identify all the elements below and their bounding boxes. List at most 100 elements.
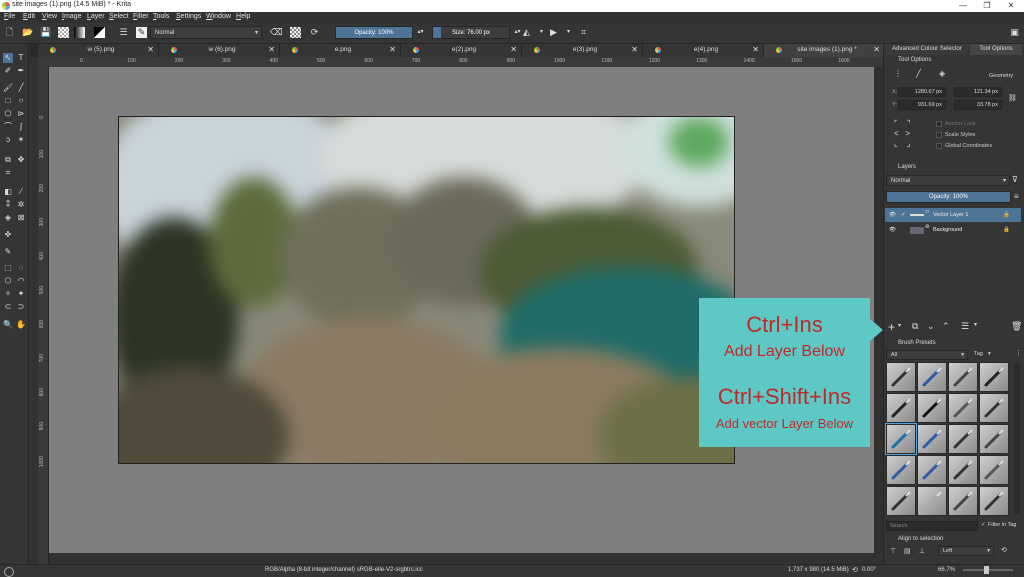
close-tab-icon[interactable]: ✕ — [510, 45, 517, 54]
tab-e2[interactable]: e(2).png ✕ — [401, 44, 522, 57]
similar-color-selection-icon[interactable]: ✦ — [16, 289, 26, 299]
close-tab-icon[interactable]: ✕ — [147, 45, 154, 54]
zoom-slider-handle[interactable] — [984, 566, 989, 574]
brush-preset-item[interactable] — [886, 393, 916, 423]
edit-shapes-tool-icon[interactable]: ✐ — [3, 66, 13, 76]
text-tool-icon[interactable]: T — [16, 53, 26, 63]
visibility-eye-icon[interactable]: 👁 — [889, 223, 896, 237]
opacity-stepper-icon[interactable]: ▴▾ — [415, 27, 426, 38]
brush-preset-item[interactable] — [948, 486, 978, 516]
brush-preset-item[interactable] — [979, 393, 1009, 423]
document-image[interactable] — [118, 116, 735, 464]
add-layer-dropdown-icon[interactable]: ▾ — [898, 322, 901, 329]
reference-images-tool-icon[interactable]: ✎ — [3, 247, 13, 257]
brush-preset-item[interactable] — [886, 455, 916, 485]
layer-properties-dropdown-icon[interactable]: ▾ — [974, 321, 977, 328]
tab-e[interactable]: e.png ✕ — [280, 44, 401, 57]
tab-e4[interactable]: e(4).png ✕ — [643, 44, 764, 57]
save-document-icon[interactable]: 💾 — [40, 27, 51, 38]
align-bottom-icon[interactable]: ⊥ — [919, 547, 925, 555]
tool-options-shape-icon[interactable]: ⋮ — [894, 69, 902, 78]
brush-preset-icon[interactable]: ✎ — [136, 27, 147, 38]
close-tab-icon[interactable]: ✕ — [389, 45, 396, 54]
brush-preset-item[interactable] — [917, 362, 947, 392]
close-tab-icon[interactable]: ✕ — [752, 45, 759, 54]
pattern-swatch-icon[interactable] — [58, 27, 69, 38]
smart-patch-tool-icon[interactable]: ✲ — [16, 200, 26, 210]
menu-view[interactable]: View — [42, 13, 57, 20]
layer-row-background[interactable]: 👁 ⊘ Background 🔒 — [885, 223, 1021, 237]
tab-e3[interactable]: e(3).png ✕ — [522, 44, 643, 57]
menu-window[interactable]: Window — [206, 13, 231, 20]
multibrush-tool-icon[interactable]: ✶ — [16, 135, 26, 145]
workspace-chooser-icon[interactable]: ▣ — [1009, 27, 1020, 38]
tab-w5[interactable]: w (5).png ✕ — [38, 44, 159, 57]
brush-preset-item[interactable] — [886, 486, 916, 516]
lock-ratio-icon[interactable]: ⛓ — [1008, 94, 1017, 102]
brush-search-input[interactable]: Search — [886, 521, 978, 531]
layer-properties-icon[interactable]: ☰ — [961, 321, 969, 332]
align-distribute-icon[interactable]: ▤ — [904, 547, 911, 555]
visibility-eye-icon[interactable]: 👁 — [889, 208, 896, 222]
layer-filter-icon[interactable]: ⊽ — [1012, 175, 1018, 184]
reload-preset-icon[interactable]: ⟳ — [309, 27, 320, 38]
colorize-mask-tool-icon[interactable]: ⁑ — [3, 200, 13, 210]
open-document-icon[interactable]: 📂 — [22, 27, 33, 38]
tab-w6[interactable]: w (6).png ✕ — [159, 44, 280, 57]
rectangular-selection-icon[interactable]: ⬚ — [3, 263, 13, 273]
duplicate-layer-icon[interactable]: ⧉ — [912, 321, 918, 332]
enclose-fill-tool-icon[interactable]: ⊠ — [16, 213, 26, 223]
rotation-icon[interactable]: ⟲ — [852, 566, 858, 574]
canvas-vertical-scrollbar[interactable] — [874, 67, 882, 553]
menu-tools[interactable]: Tools — [153, 13, 169, 20]
wrap-around-icon[interactable]: ⌗ — [578, 27, 589, 38]
brush-view-options-icon[interactable]: ⋮ — [1015, 349, 1022, 357]
brush-preset-item[interactable] — [948, 424, 978, 454]
freehand-brush-tool-icon[interactable]: 🖌 — [3, 83, 13, 93]
filter-in-tag-check-icon[interactable]: ✓ — [981, 522, 986, 528]
menu-settings[interactable]: Settings — [176, 13, 201, 20]
layer-lock-icon[interactable]: 🔒 — [1003, 223, 1010, 237]
freehand-selection-icon[interactable]: ◠ — [16, 276, 26, 286]
close-tab-icon[interactable]: ✕ — [268, 45, 275, 54]
brush-preset-item[interactable] — [948, 455, 978, 485]
brush-preset-item[interactable] — [979, 455, 1009, 485]
menu-filter[interactable]: Filter — [133, 13, 149, 20]
ellipse-tool-icon[interactable]: ○ — [16, 96, 26, 106]
eraser-mode-icon[interactable]: ⌫ — [270, 27, 283, 38]
brush-preset-item[interactable] — [948, 362, 978, 392]
select-shapes-tool-icon[interactable]: ↖ — [3, 53, 13, 63]
dynamic-brush-tool-icon[interactable]: ↄ — [3, 135, 13, 145]
brush-preset-item[interactable] — [979, 362, 1009, 392]
align-mode-select[interactable]: Left ▾ — [938, 546, 994, 556]
polygonal-selection-icon[interactable]: ⬡ — [3, 276, 13, 286]
opacity-slider[interactable]: Opacity: 100% — [335, 26, 413, 39]
layer-menu-icon[interactable]: ≡ — [1014, 192, 1019, 201]
menu-file[interactable]: File — [4, 13, 15, 20]
anchor-selector[interactable]: ⌜ ⌝ < > ⌞ ⌟ — [894, 119, 930, 151]
move-layer-up-icon[interactable]: ⌃ — [942, 321, 950, 332]
mirror-vertical-icon[interactable]: ▶ — [548, 27, 559, 38]
gradient-swatch-icon[interactable] — [74, 27, 85, 38]
contiguous-selection-icon[interactable]: ✧ — [3, 289, 13, 299]
pan-tool-icon[interactable]: ✋ — [16, 320, 26, 330]
elliptical-selection-icon[interactable]: ◌ — [16, 263, 26, 273]
new-document-icon[interactable]: 🗋 — [4, 27, 15, 38]
line-tool-icon[interactable]: ╱ — [16, 83, 26, 93]
tab-tool-options[interactable]: Tool Options — [970, 44, 1022, 55]
layer-opacity-slider[interactable]: Opacity: 100% — [886, 191, 1011, 203]
tab-advanced-colour-selector[interactable]: Advanced Colour Selector — [886, 44, 968, 55]
brush-preset-item[interactable] — [917, 455, 947, 485]
brush-preset-item[interactable] — [979, 486, 1009, 516]
edit-brush-settings-icon[interactable]: ☰ — [118, 27, 129, 38]
brush-preset-item[interactable] — [917, 393, 947, 423]
polyline-tool-icon[interactable]: ⊳ — [16, 109, 26, 119]
blend-mode-select[interactable]: Normal ▾ — [150, 26, 262, 39]
layer-selected-check-icon[interactable]: ✓ — [901, 208, 906, 222]
zoom-tool-icon[interactable]: 🔍 — [3, 320, 13, 330]
scale-styles-checkbox[interactable] — [936, 132, 942, 138]
brush-preset-item[interactable] — [948, 393, 978, 423]
delete-layer-icon[interactable]: 🗑 — [1011, 321, 1022, 332]
brush-preset-item[interactable] — [979, 424, 1009, 454]
layer-blend-mode-select[interactable]: Normal ▾ — [886, 175, 1010, 186]
